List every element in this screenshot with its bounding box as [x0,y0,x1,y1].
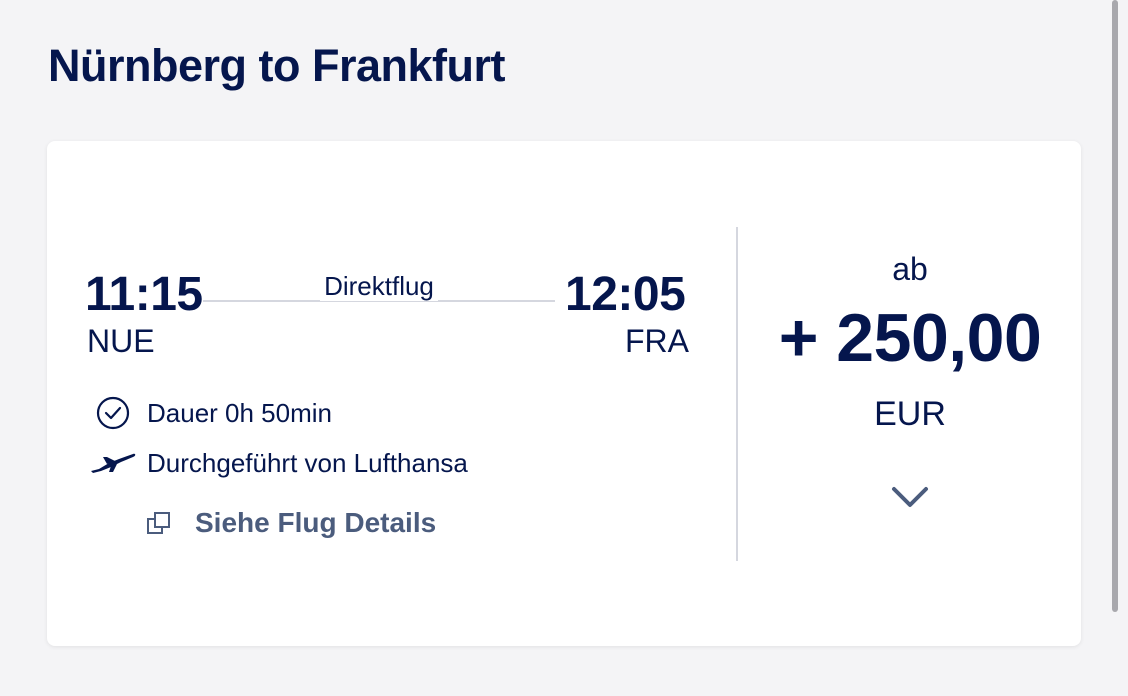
price-amount: + 250,00 [778,300,1042,376]
card-divider [736,227,738,561]
price-from-label: ab [892,251,928,287]
page-title: Nürnberg to Frankfurt [48,40,506,91]
operator-text: Durchgeführt von Lufthansa [147,447,468,478]
arrival-airport-code: FRA [625,323,689,359]
flight-card: 11:15 NUE Direktflug 12:05 FRA Dauer 0h … [47,141,1081,646]
external-window-icon [145,509,173,537]
price-column: ab + 250,00 EUR [739,141,1081,646]
departure-time: 11:15 [85,268,203,321]
chevron-down-icon [892,487,928,507]
airplane-icon [89,445,137,481]
operator-row: Durchgeführt von Lufthansa [89,445,468,481]
flight-details-link[interactable]: Siehe Flug Details [145,507,436,539]
duration-row: Dauer 0h 50min [95,395,332,431]
expand-fares-button[interactable] [890,477,930,517]
price-currency: EUR [874,395,946,433]
scrollbar[interactable] [1112,0,1118,612]
departure-airport-code: NUE [87,323,155,359]
route-type-label: Direktflug [203,271,555,302]
arrival-time: 12:05 [565,268,686,321]
clock-icon [95,395,131,431]
flight-details-label: Siehe Flug Details [195,507,437,538]
duration-text: Dauer 0h 50min [147,397,332,428]
